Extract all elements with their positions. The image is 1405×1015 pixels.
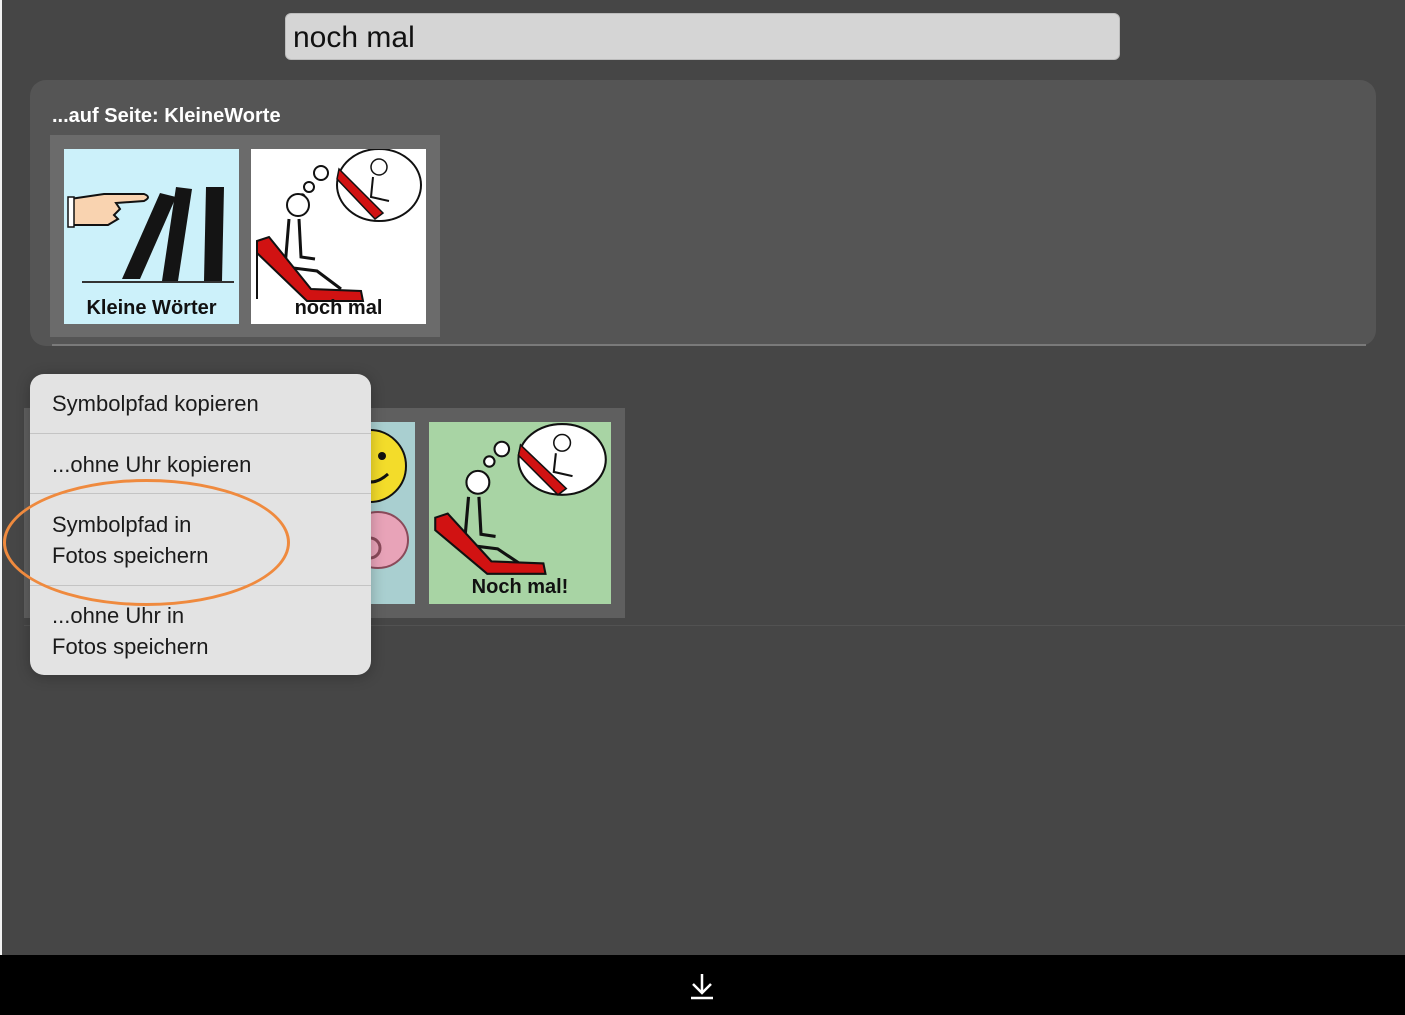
result-tiles-frame: Kleine Wörter noch mal: [50, 135, 440, 337]
menu-item-copy-without-clock[interactable]: ...ohne Uhr kopieren: [30, 449, 371, 480]
search-input[interactable]: noch mal: [285, 13, 1120, 60]
tile-caption: noch mal: [294, 297, 383, 319]
search-result-panel: ...auf Seite: KleineWorte Kleine Wörter: [30, 80, 1376, 346]
window-left-edge: [0, 0, 2, 955]
result-page-label: ...auf Seite: KleineWorte: [52, 105, 281, 127]
menu-item-line: Fotos speichern: [52, 634, 209, 659]
tile-caption: Noch mal!: [471, 576, 569, 598]
panel-divider: [52, 344, 1366, 346]
bottom-toolbar: [0, 955, 1405, 1015]
tile-caption: Kleine Wörter: [86, 297, 217, 319]
tile-kleine-woerter[interactable]: Kleine Wörter: [64, 149, 239, 324]
menu-item-copy-symbol-path[interactable]: Symbolpfad kopieren: [30, 388, 371, 419]
highlight-annotation: [3, 479, 290, 606]
tile-noch-mal-exclaim[interactable]: Noch mal!: [429, 422, 611, 604]
menu-item-save-to-photos-without-clock[interactable]: ...ohne Uhr in Fotos speichern: [30, 600, 371, 662]
menu-item-line: ...ohne Uhr in: [52, 603, 185, 628]
menu-separator: [30, 433, 371, 434]
tile-noch-mal[interactable]: noch mal: [251, 149, 426, 324]
download-arrow-icon[interactable]: [688, 972, 716, 1000]
